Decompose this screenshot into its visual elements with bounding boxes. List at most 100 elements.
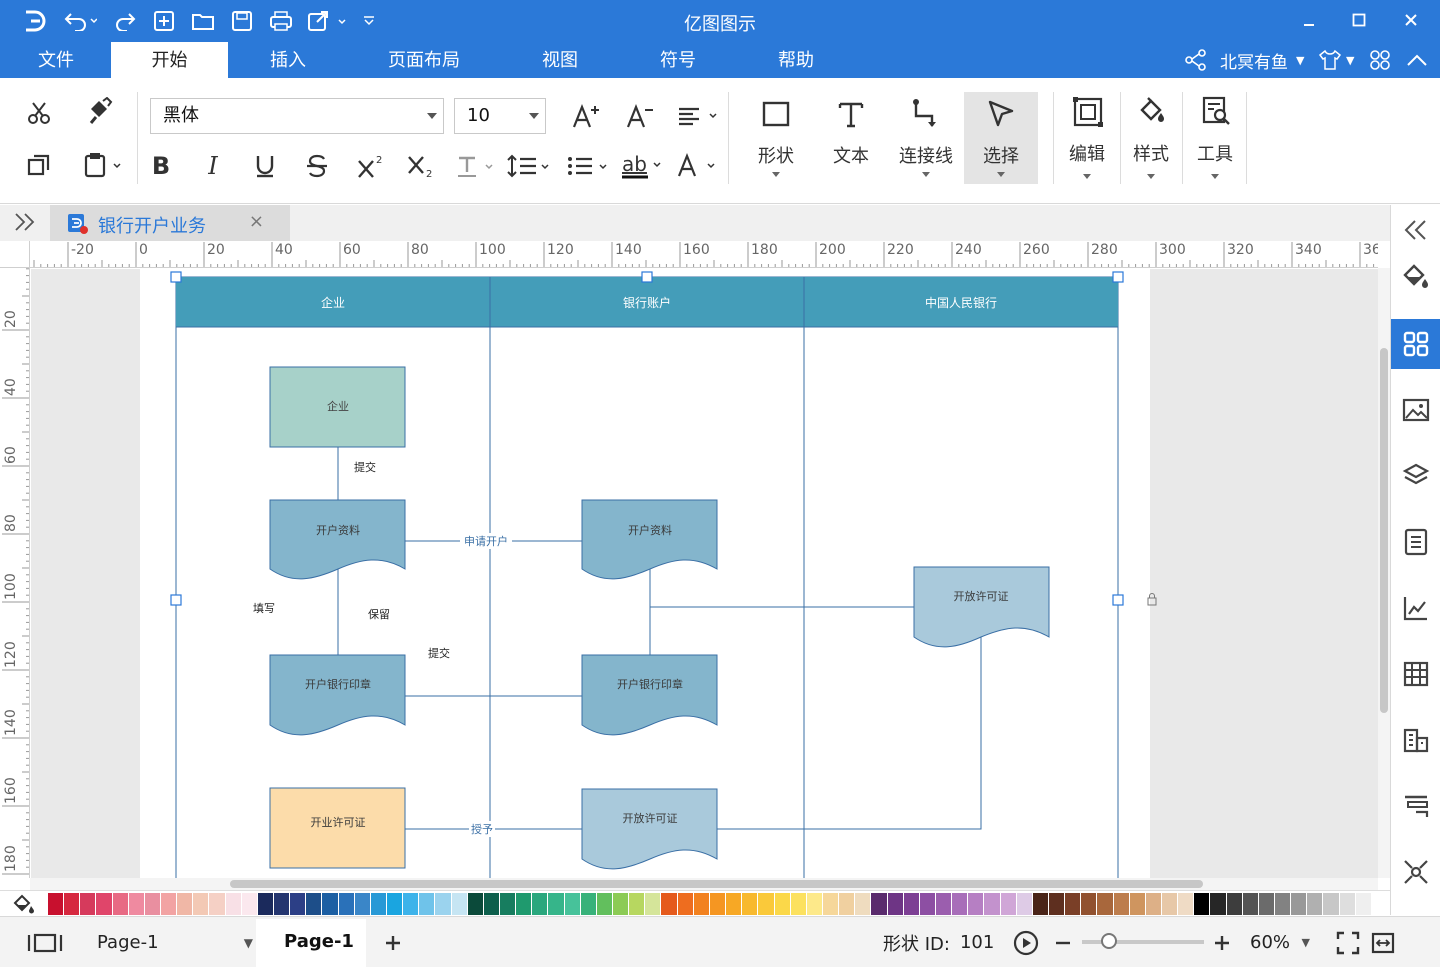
- theme-button[interactable]: ▼: [1318, 42, 1354, 78]
- decrease-font-icon[interactable]: [622, 98, 658, 134]
- underline-icon[interactable]: [250, 150, 280, 182]
- lock-icon[interactable]: [1147, 593, 1157, 606]
- label-fill[interactable]: 填写: [253, 601, 275, 615]
- color-swatch[interactable]: [1258, 893, 1274, 915]
- strikethrough-icon[interactable]: [302, 150, 332, 182]
- connector-tool-button[interactable]: 连接线: [891, 92, 961, 184]
- format-painter-icon[interactable]: [82, 94, 116, 128]
- color-swatch[interactable]: [1113, 893, 1129, 915]
- font-color-icon[interactable]: ab: [620, 150, 666, 182]
- text-style-icon[interactable]: [454, 150, 498, 182]
- menu-page-layout[interactable]: 页面布局: [372, 42, 476, 78]
- color-swatch[interactable]: [1323, 893, 1339, 915]
- add-page-button[interactable]: [383, 917, 403, 967]
- subscript-icon[interactable]: 2: [404, 150, 438, 182]
- collapse-panel-button[interactable]: [1391, 205, 1440, 255]
- resize-handle-right[interactable]: [1112, 594, 1124, 606]
- user-menu[interactable]: 北冥有鱼 ▼: [1220, 42, 1304, 78]
- color-swatch[interactable]: [1097, 893, 1113, 915]
- color-swatch[interactable]: [403, 893, 419, 915]
- color-swatch[interactable]: [1016, 893, 1032, 915]
- color-swatch[interactable]: [128, 893, 144, 915]
- label-grant[interactable]: 授予: [471, 822, 493, 836]
- menu-file[interactable]: 文件: [20, 42, 92, 78]
- color-swatch[interactable]: [677, 893, 693, 915]
- color-swatch[interactable]: [387, 893, 403, 915]
- cut-icon[interactable]: [22, 96, 56, 130]
- color-swatch[interactable]: [887, 893, 903, 915]
- bullet-list-icon[interactable]: [566, 150, 612, 182]
- color-swatch[interactable]: [209, 893, 225, 915]
- page-select[interactable]: Page-1 ▼: [97, 917, 257, 967]
- maximize-button[interactable]: [1344, 6, 1374, 34]
- color-swatch[interactable]: [161, 893, 177, 915]
- edit-button[interactable]: 编辑: [1054, 92, 1120, 184]
- color-swatch[interactable]: [903, 893, 919, 915]
- color-swatch[interactable]: [1000, 893, 1016, 915]
- organization-panel-button[interactable]: [1391, 715, 1440, 765]
- color-swatch[interactable]: [758, 893, 774, 915]
- color-swatch[interactable]: [952, 893, 968, 915]
- copy-icon[interactable]: [22, 148, 56, 182]
- color-swatch[interactable]: [1371, 893, 1387, 915]
- horizontal-scrollbar[interactable]: [30, 878, 1378, 890]
- menu-symbol[interactable]: 符号: [642, 42, 714, 78]
- color-swatch[interactable]: [1242, 893, 1258, 915]
- color-swatch[interactable]: [1339, 893, 1355, 915]
- expand-library-button[interactable]: [12, 211, 38, 237]
- lane-title-enterprise[interactable]: 企业: [321, 295, 345, 310]
- superscript-icon[interactable]: 2: [354, 150, 388, 182]
- color-swatch[interactable]: [1307, 893, 1323, 915]
- color-swatch[interactable]: [257, 893, 274, 915]
- italic-icon[interactable]: I: [198, 150, 228, 182]
- align-text-icon[interactable]: [674, 98, 722, 134]
- text-tool-button[interactable]: 文本: [816, 92, 886, 184]
- fill-panel-button[interactable]: [1391, 251, 1440, 301]
- color-swatch[interactable]: [500, 893, 516, 915]
- zoom-slider[interactable]: [1082, 933, 1204, 949]
- color-swatch[interactable]: [1145, 893, 1161, 915]
- color-swatch[interactable]: [1032, 893, 1048, 915]
- color-swatch[interactable]: [112, 893, 128, 915]
- minimize-button[interactable]: [1294, 6, 1324, 34]
- color-swatch[interactable]: [596, 893, 613, 915]
- color-swatch[interactable]: [1291, 893, 1307, 915]
- color-swatch[interactable]: [1210, 893, 1226, 915]
- color-swatch[interactable]: [790, 893, 806, 915]
- color-swatch[interactable]: [1081, 893, 1097, 915]
- menu-home[interactable]: 开始: [111, 42, 228, 78]
- apps-button[interactable]: [1369, 42, 1391, 78]
- style-button[interactable]: 样式: [1120, 92, 1182, 184]
- color-swatch[interactable]: [855, 893, 871, 915]
- resize-handle-left[interactable]: [170, 594, 182, 606]
- label-submit-2[interactable]: 提交: [428, 646, 450, 660]
- color-swatch[interactable]: [338, 893, 354, 915]
- line-spacing-icon[interactable]: [506, 150, 552, 182]
- font-family-select[interactable]: 黑体: [150, 98, 444, 134]
- lane-title-bank-account[interactable]: 银行账户: [623, 295, 671, 310]
- shape-tool-button[interactable]: 形状: [741, 92, 811, 184]
- color-swatch[interactable]: [177, 893, 193, 915]
- color-swatch[interactable]: [322, 893, 338, 915]
- menu-help[interactable]: 帮助: [760, 42, 832, 78]
- increase-font-icon[interactable]: [568, 98, 604, 134]
- label-submit-1[interactable]: 提交: [354, 460, 376, 474]
- color-swatch[interactable]: [709, 893, 726, 915]
- select-tool-button[interactable]: 选择: [964, 92, 1038, 184]
- color-swatch[interactable]: [1161, 893, 1178, 915]
- zoom-out-button[interactable]: [1054, 917, 1072, 967]
- layers-panel-button[interactable]: [1391, 451, 1440, 501]
- color-swatch[interactable]: [64, 893, 80, 915]
- zoom-level-select[interactable]: 60% ▼: [1250, 917, 1312, 967]
- close-tab-icon[interactable]: ×: [249, 211, 264, 232]
- menu-view[interactable]: 视图: [524, 42, 596, 78]
- collapse-ribbon-button[interactable]: [1405, 42, 1429, 78]
- color-swatch[interactable]: [225, 893, 241, 915]
- fit-width-button[interactable]: [1371, 917, 1395, 967]
- color-swatch[interactable]: [1194, 893, 1210, 915]
- horizontal-scroll-thumb[interactable]: [230, 880, 1203, 888]
- color-swatch[interactable]: [96, 893, 112, 915]
- color-swatch[interactable]: [467, 893, 483, 915]
- color-swatch[interactable]: [742, 893, 758, 915]
- resize-handle-top-right[interactable]: [1112, 271, 1124, 283]
